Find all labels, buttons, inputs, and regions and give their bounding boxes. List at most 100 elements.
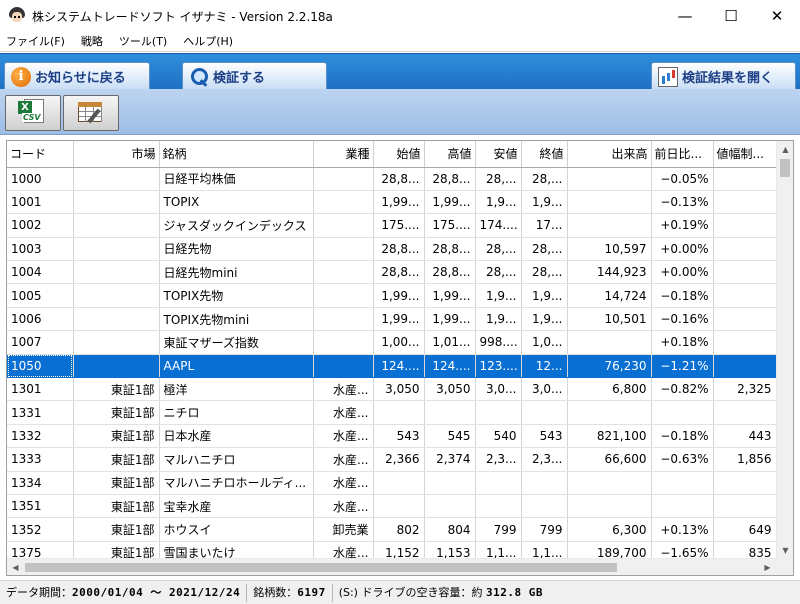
cell-code: 1050 [7, 354, 74, 379]
col-header-price-limit[interactable]: 値幅制... [713, 141, 777, 168]
cell-code: 1001 [7, 190, 74, 215]
close-button[interactable]: ✕ [754, 0, 800, 32]
menu-tools[interactable]: ツール(T) [111, 32, 175, 52]
stock-grid[interactable]: コード 市場 銘柄 業種 始値 高値 安値 終値 出来高 前日比... 値幅制.… [6, 140, 794, 576]
table-row[interactable]: 1007 東証マザーズ指数 1,00... 1,01... 998.... 1,0... +… [7, 330, 777, 355]
cell-close: 1,9... [521, 283, 568, 308]
vertical-scrollbar[interactable]: ▲ ▼ [776, 141, 793, 559]
cell-code: 1331 [7, 400, 74, 425]
cell-industry: 水産... [313, 424, 374, 449]
cell-name: 宝幸水産 [159, 494, 314, 519]
cell-code: 1332 [7, 424, 74, 449]
cell-low [475, 400, 522, 425]
cell-open [373, 400, 425, 425]
col-header-volume[interactable]: 出来高 [567, 141, 652, 168]
cell-name: ニチロ [159, 400, 314, 425]
table-row[interactable]: 1352 東証1部 ホウスイ 卸売業 802 804 799 799 6,300 +0.13% 64… [7, 517, 777, 542]
vertical-scroll-thumb[interactable] [780, 159, 790, 177]
cell-close: 1,9... [521, 190, 568, 215]
cell-change [651, 400, 714, 425]
scroll-right-arrow-icon[interactable]: ▶ [759, 559, 776, 575]
minimize-button[interactable]: — [662, 0, 708, 32]
cell-open: 28,8... [373, 260, 425, 285]
table-row[interactable]: 1006 TOPIX先物mini 1,99... 1,99... 1,9... 1,9..… [7, 307, 777, 332]
horizontal-scroll-thumb[interactable] [25, 563, 617, 572]
cell-industry [313, 307, 374, 332]
cell-market [73, 354, 160, 379]
cell-name: 日経先物mini [159, 260, 314, 285]
col-header-open[interactable]: 始値 [373, 141, 425, 168]
cell-change [651, 471, 714, 495]
col-header-name[interactable]: 銘柄 [159, 141, 314, 168]
menu-file[interactable]: ファイル(F) [0, 32, 73, 52]
cell-industry [313, 213, 374, 238]
col-header-high[interactable]: 高値 [424, 141, 476, 168]
tab-back-to-notice[interactable]: i お知らせに戻る [4, 62, 150, 90]
table-row[interactable]: 1005 TOPIX先物 1,99... 1,99... 1,9... 1,9... 14,… [7, 283, 777, 308]
table-row[interactable]: 1334 東証1部 マルハニチロホールディ... 水産... [7, 471, 777, 495]
scroll-left-arrow-icon[interactable]: ◀ [7, 559, 24, 575]
cell-low: 998.... [475, 330, 522, 355]
maximize-button[interactable]: ☐ [708, 0, 754, 32]
cell-price-limit: 1,856 [713, 447, 777, 472]
cell-open: 1,99... [373, 190, 425, 215]
col-header-change[interactable]: 前日比... [651, 141, 714, 168]
col-header-market[interactable]: 市場 [73, 141, 160, 168]
cell-close [521, 400, 568, 425]
table-row[interactable]: 1050 AAPL 124.... 124.... 123.... 12... 76,230… [7, 354, 777, 379]
table-row[interactable]: 1002 ジャスダックインデックス 175.... 175.... 174.... 17.… [7, 213, 777, 238]
cell-high: 1,99... [424, 190, 476, 215]
cell-volume: 14,724 [567, 283, 652, 308]
menu-strategy[interactable]: 戦略 [73, 32, 111, 52]
col-header-close[interactable]: 終値 [521, 141, 568, 168]
cell-market [73, 190, 160, 215]
cell-price-limit [713, 400, 777, 425]
cell-high: 1,99... [424, 307, 476, 332]
col-header-industry[interactable]: 業種 [313, 141, 374, 168]
cell-volume: 6,300 [567, 517, 652, 542]
table-row[interactable]: 1333 東証1部 マルハニチロ 水産... 2,366 2,374 2,3... 2,3..… [7, 447, 777, 472]
export-csv-button[interactable]: X CSV [5, 95, 61, 131]
status-data-period: データ期間：2000/01/04 〜 2021/12/24 [0, 583, 248, 602]
cell-price-limit [713, 494, 777, 519]
cell-open: 2,366 [373, 447, 425, 472]
cell-open [373, 471, 425, 495]
grid-settings-button[interactable] [63, 95, 119, 131]
cell-high: 28,8... [424, 237, 476, 262]
col-header-code[interactable]: コード [7, 141, 74, 168]
menu-help[interactable]: ヘルプ(H) [175, 32, 241, 52]
cell-open [373, 494, 425, 519]
tab-verify[interactable]: 検証する [182, 62, 327, 90]
table-row[interactable]: 1003 日経先物 28,8... 28,8... 28,... 28,... 10,597… [7, 237, 777, 262]
cell-close: 3,0... [521, 377, 568, 402]
table-row[interactable]: 1004 日経先物mini 28,8... 28,8... 28,... 28,... 14… [7, 260, 777, 285]
table-row[interactable]: 1000 日経平均株価 28,8... 28,8... 28,... 28,... −0.0… [7, 167, 777, 191]
table-row[interactable]: 1001 TOPIX 1,99... 1,99... 1,9... 1,9... −0.13… [7, 190, 777, 215]
cell-volume [567, 190, 652, 215]
tab-open-results[interactable]: 検証結果を開く [651, 62, 796, 90]
table-row[interactable]: 1332 東証1部 日本水産 水産... 543 545 540 543 821,100 −0.1… [7, 424, 777, 449]
cell-close: 28,... [521, 167, 568, 191]
cell-change: −0.18% [651, 283, 714, 308]
col-header-low[interactable]: 安値 [475, 141, 522, 168]
scroll-up-arrow-icon[interactable]: ▲ [777, 141, 793, 158]
cell-name: TOPIX [159, 190, 314, 215]
horizontal-scrollbar[interactable]: ◀ ▶ [7, 558, 776, 575]
cell-low: 28,... [475, 237, 522, 262]
magnifier-icon [189, 67, 209, 87]
cell-price-limit [713, 283, 777, 308]
cell-code: 1004 [7, 260, 74, 285]
scroll-down-arrow-icon[interactable]: ▼ [777, 542, 793, 559]
cell-high: 124.... [424, 354, 476, 379]
cell-open: 1,99... [373, 307, 425, 332]
cell-market [73, 307, 160, 332]
table-row[interactable]: 1331 東証1部 ニチロ 水産... [7, 400, 777, 425]
cell-low [475, 494, 522, 519]
cell-price-limit [713, 167, 777, 191]
window-controls: — ☐ ✕ [662, 0, 800, 32]
cell-name: マルハニチロ [159, 447, 314, 472]
table-row[interactable]: 1301 東証1部 極洋 水産... 3,050 3,050 3,0... 3,0... 6,8… [7, 377, 777, 402]
table-row[interactable]: 1351 東証1部 宝幸水産 水産... [7, 494, 777, 519]
cell-change: +0.13% [651, 517, 714, 542]
stock-table: コード 市場 銘柄 業種 始値 高値 安値 終値 出来高 前日比... 値幅制.… [7, 141, 777, 566]
